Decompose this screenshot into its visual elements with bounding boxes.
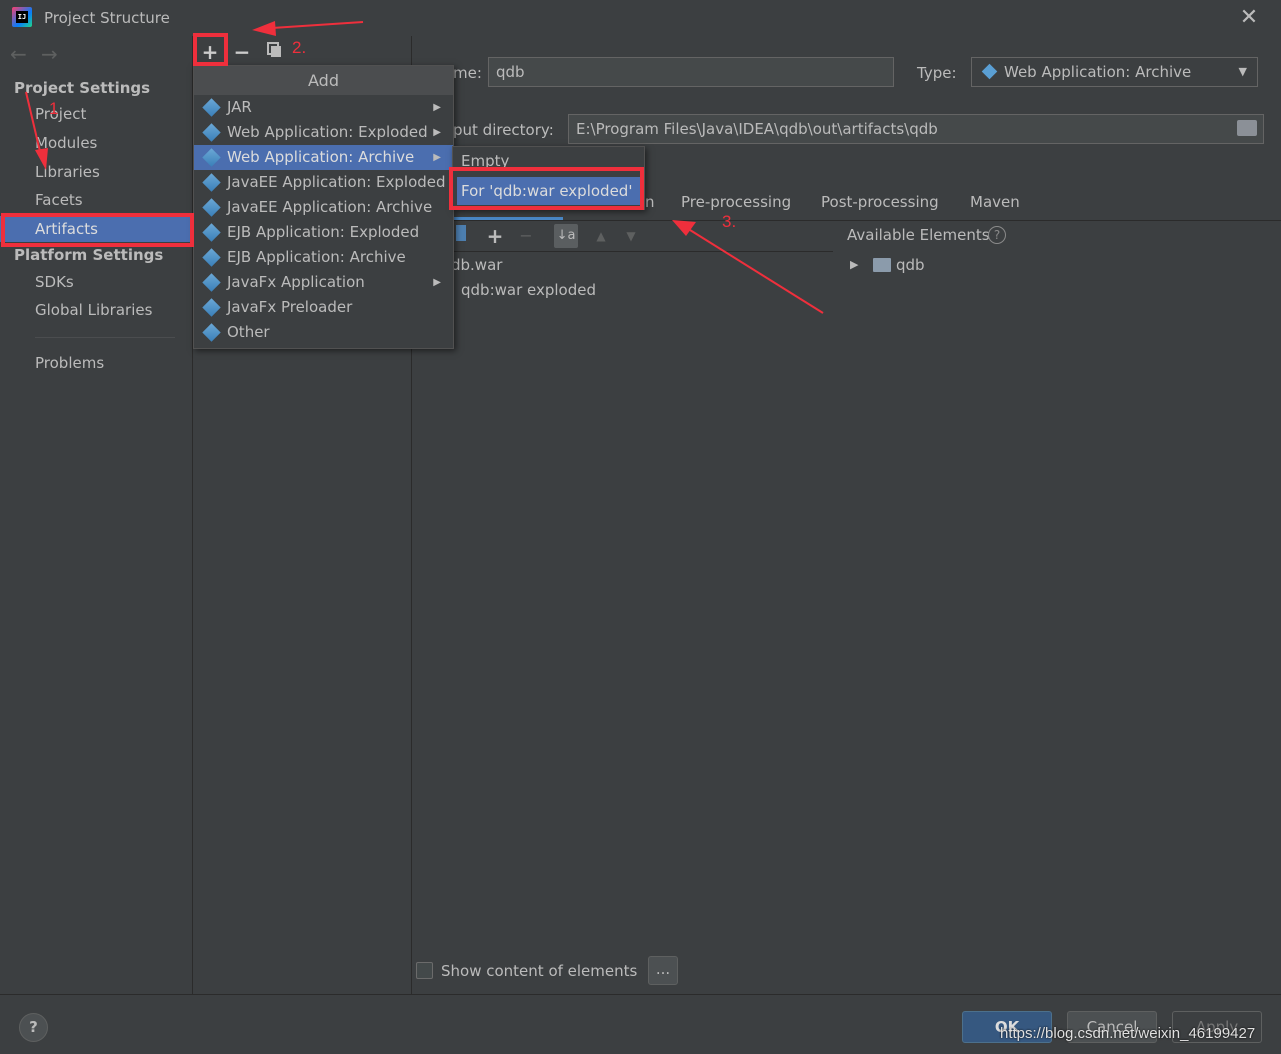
type-label: Type:	[917, 64, 957, 82]
annotation-box-add	[193, 33, 228, 66]
jar-icon	[202, 98, 221, 117]
available-elements-label: Available Elements	[847, 226, 990, 244]
name-field[interactable]: qdb	[488, 57, 894, 87]
web-app-icon	[202, 148, 221, 167]
annotation-step-3: 3.	[722, 212, 737, 231]
javaee-icon	[202, 173, 221, 192]
project-settings-heading: Project Settings	[14, 79, 151, 97]
sidebar-item-global-libraries[interactable]: Global Libraries	[0, 297, 192, 323]
tree-item-war[interactable]: db.war	[451, 256, 502, 274]
tab-maven[interactable]: Maven	[970, 193, 1020, 211]
annotation-box-artifacts	[1, 213, 194, 247]
menu-item-label: Web Application: Exploded	[227, 123, 428, 141]
name-label: me:	[453, 64, 482, 82]
submenu-arrow-icon: ▶	[433, 102, 441, 113]
menu-item-label: EJB Application: Archive	[227, 248, 406, 266]
tab-divider	[413, 220, 1281, 221]
title-bar: IJ Project Structure ✕	[0, 0, 1281, 36]
expand-arrow-icon[interactable]: ▶	[850, 258, 858, 271]
annotation-box-submenu	[449, 167, 644, 210]
platform-settings-heading: Platform Settings	[14, 246, 164, 264]
javafx-icon	[202, 298, 221, 317]
menu-item-label: JavaFx Preloader	[227, 298, 353, 316]
menu-item-label: JavaEE Application: Exploded	[227, 173, 446, 191]
menu-item-label: JavaEE Application: Archive	[227, 198, 433, 216]
tab-output-layout[interactable]: n	[645, 193, 655, 211]
watermark-text: https://blog.csdn.net/weixin_46199427	[1000, 1025, 1256, 1042]
output-directory-field[interactable]: E:\Program Files\Java\IDEA\qdb\out\artif…	[568, 114, 1264, 144]
sidebar-item-modules[interactable]: Modules	[0, 130, 192, 156]
submenu-arrow-icon: ▶	[433, 277, 441, 288]
web-app-icon	[202, 123, 221, 142]
tab-post-processing[interactable]: Post-processing	[821, 193, 939, 211]
menu-item-web-archive[interactable]: Web Application: Archive ▶	[194, 145, 453, 170]
dropdown-arrow-icon: ▼	[1238, 65, 1247, 78]
menu-item-javaee-exploded[interactable]: JavaEE Application: Exploded	[194, 170, 453, 195]
available-item-qdb[interactable]: qdb	[896, 256, 925, 274]
submenu-arrow-icon: ▶	[433, 127, 441, 138]
window-title: Project Structure	[44, 9, 170, 27]
menu-item-label: Other	[227, 323, 270, 341]
menu-item-label: JAR	[227, 98, 252, 116]
type-combo-value: Web Application: Archive	[1004, 63, 1192, 81]
menu-item-web-exploded[interactable]: Web Application: Exploded ▶	[194, 120, 453, 145]
output-directory-label: put directory:	[453, 121, 554, 139]
sidebar-item-problems[interactable]: Problems	[0, 350, 192, 376]
menu-item-javafx-application[interactable]: JavaFx Application ▶	[194, 270, 453, 295]
output-directory-value: E:\Program Files\Java\IDEA\qdb\out\artif…	[576, 120, 938, 138]
add-element-icon[interactable]: +	[483, 224, 507, 248]
menu-item-javaee-archive[interactable]: JavaEE Application: Archive	[194, 195, 453, 220]
sidebar-item-project[interactable]: Project	[0, 101, 192, 127]
annotation-step-2: 2.	[292, 38, 307, 57]
move-down-icon[interactable]: ▼	[619, 224, 643, 248]
forward-arrow-icon[interactable]: →	[41, 42, 58, 66]
remove-element-icon[interactable]: −	[514, 224, 538, 248]
menu-item-label: Web Application: Archive	[227, 148, 415, 166]
back-arrow-icon[interactable]: ←	[10, 42, 27, 66]
javafx-icon	[202, 273, 221, 292]
help-button[interactable]: ?	[19, 1013, 48, 1042]
add-menu: Add JAR ▶ Web Application: Exploded ▶ Web …	[193, 65, 454, 349]
submenu-arrow-icon: ▶	[433, 152, 441, 163]
menu-item-jar[interactable]: JAR ▶	[194, 95, 453, 120]
tree-item-exploded[interactable]: qdb:war exploded	[461, 281, 596, 299]
menu-item-label: JavaFx Application	[227, 273, 365, 291]
annotation-step-1: 1	[49, 99, 59, 118]
artifact-icon	[202, 323, 221, 342]
ejb-icon	[202, 223, 221, 242]
folder-icon[interactable]	[1237, 120, 1257, 136]
sidebar-item-facets[interactable]: Facets	[0, 187, 192, 213]
sidebar: ← → Project Settings Project Modules Lib…	[0, 36, 193, 994]
sort-icon[interactable]: ↓a	[554, 224, 578, 248]
menu-item-other[interactable]: Other	[194, 320, 453, 345]
tab-pre-processing[interactable]: Pre-processing	[681, 193, 791, 211]
dialog-button-bar: ? OK Cancel Apply	[0, 994, 1281, 1054]
intellij-logo-icon: IJ	[12, 7, 32, 27]
show-content-checkbox[interactable]	[416, 962, 433, 979]
web-archive-icon	[981, 63, 998, 80]
remove-icon[interactable]: −	[230, 40, 254, 64]
sidebar-item-sdks[interactable]: SDKs	[0, 269, 192, 295]
ejb-icon	[202, 248, 221, 267]
more-options-button[interactable]: ...	[648, 956, 678, 985]
tree-divider	[413, 251, 833, 252]
menu-item-javafx-preloader[interactable]: JavaFx Preloader	[194, 295, 453, 320]
type-combo[interactable]: Web Application: Archive ▼	[971, 57, 1258, 87]
move-up-icon[interactable]: ▲	[589, 224, 613, 248]
help-circle-icon[interactable]: ?	[988, 226, 1006, 244]
show-content-label: Show content of elements	[441, 962, 638, 980]
menu-item-label: EJB Application: Exploded	[227, 223, 420, 241]
sidebar-item-libraries[interactable]: Libraries	[0, 159, 192, 185]
module-folder-icon	[873, 258, 891, 272]
copy-icon[interactable]	[263, 40, 287, 64]
close-icon[interactable]: ✕	[1237, 6, 1261, 30]
add-menu-title: Add	[194, 66, 453, 95]
sidebar-divider	[35, 337, 175, 338]
javaee-icon	[202, 198, 221, 217]
menu-item-ejb-archive[interactable]: EJB Application: Archive	[194, 245, 453, 270]
menu-item-ejb-exploded[interactable]: EJB Application: Exploded	[194, 220, 453, 245]
